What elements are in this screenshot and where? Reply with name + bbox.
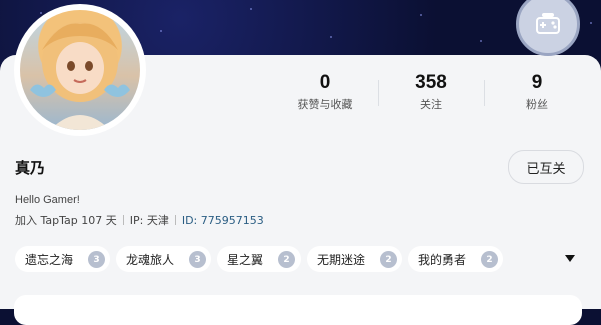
game-chip-name: 无期迷途 [317, 252, 366, 267]
level-badge-icon: 2 [278, 251, 295, 268]
star-decoration [420, 14, 422, 16]
stat-likes-value: 0 [319, 72, 331, 93]
meta-divider [174, 215, 176, 225]
profile-name: 真乃 [15, 159, 46, 177]
stats-row: 0 获赞与收藏 358 关注 9 粉丝 [270, 72, 590, 112]
user-id[interactable]: ID: 775957153 [182, 214, 264, 227]
star-decoration [590, 22, 592, 24]
stat-following-label: 关注 [420, 98, 442, 111]
profile-meta: 加入 TapTap 107 天 IP: 天津 ID: 775957153 [15, 212, 264, 228]
stat-divider [378, 80, 379, 106]
level-badge-icon: 2 [481, 251, 498, 268]
stat-divider [484, 80, 485, 106]
star-decoration [160, 30, 162, 32]
game-chip-name: 龙魂旅人 [126, 252, 175, 267]
profile-bio: Hello Gamer! [15, 194, 80, 206]
star-decoration [250, 8, 252, 10]
star-decoration [330, 36, 332, 38]
game-chip-name: 我的勇者 [418, 252, 467, 267]
level-badge-icon: 3 [189, 251, 206, 268]
stat-followers-value: 9 [531, 72, 543, 93]
level-badge-icon: 3 [88, 251, 105, 268]
avatar-image [20, 10, 140, 130]
stat-followers-label: 粉丝 [526, 98, 548, 111]
stat-followers[interactable]: 9 粉丝 [482, 72, 592, 112]
content-card [14, 295, 582, 325]
game-chip[interactable]: 无期迷途 2 [307, 246, 402, 272]
ip-location: IP: 天津 [129, 214, 169, 227]
game-chip-name: 星之翼 [227, 252, 264, 267]
game-chip-name: 遗忘之海 [25, 252, 74, 267]
stat-likes-label: 获赞与收藏 [297, 98, 353, 111]
meta-divider [122, 215, 124, 225]
star-decoration [480, 40, 482, 42]
game-chip[interactable]: 遗忘之海 3 [15, 246, 110, 272]
avatar[interactable] [14, 4, 146, 136]
star-decoration [40, 12, 42, 14]
stat-following-value: 358 [415, 72, 447, 93]
game-chip[interactable]: 我的勇者 2 [408, 246, 503, 272]
stat-following[interactable]: 358 关注 [376, 72, 486, 112]
caret-down-icon[interactable] [563, 251, 577, 265]
mutual-follow-button[interactable]: 已互关 [508, 150, 584, 184]
game-chip[interactable]: 龙魂旅人 3 [116, 246, 211, 272]
level-badge-icon: 2 [380, 251, 397, 268]
stat-likes[interactable]: 0 获赞与收藏 [270, 72, 380, 112]
joined-days: 加入 TapTap 107 天 [15, 214, 117, 227]
game-chip[interactable]: 星之翼 2 [217, 246, 301, 272]
